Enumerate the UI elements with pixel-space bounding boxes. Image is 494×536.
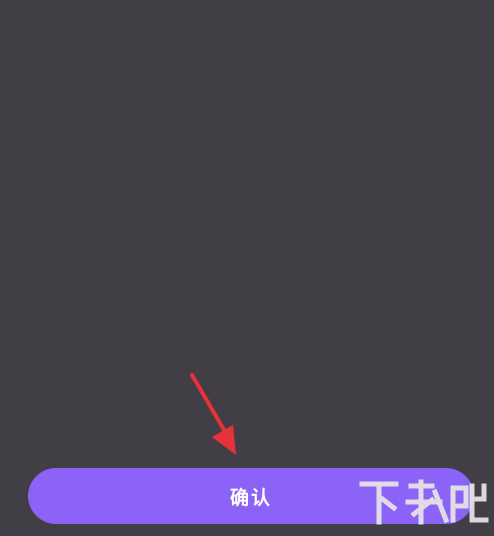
confirm-button-label: 确认 <box>229 486 272 509</box>
dark-screen <box>0 0 494 536</box>
confirm-button[interactable]: 确认 <box>28 468 474 524</box>
